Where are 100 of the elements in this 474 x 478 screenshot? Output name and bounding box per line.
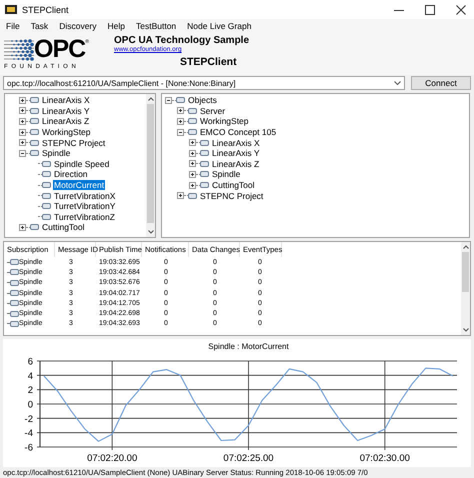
tree-item[interactable]: LinearAxis Z <box>211 158 260 169</box>
scrollbar[interactable] <box>461 242 470 335</box>
tree-item[interactable]: Spindle <box>211 169 242 180</box>
node-icon <box>10 290 19 296</box>
node-icon <box>42 214 51 220</box>
node-icon <box>42 192 51 199</box>
node-icon <box>30 97 39 104</box>
node-icon <box>42 182 51 188</box>
tree-item[interactable]: STEPNC Project <box>41 138 106 148</box>
scroll-up-icon[interactable] <box>148 97 154 101</box>
tree-item[interactable]: CuttingTool <box>41 222 86 232</box>
plus-box-icon[interactable] <box>19 107 26 114</box>
axis-label: 07:02:30.00 <box>360 453 410 464</box>
endpoint-dropdown[interactable]: opc.tcp://localhost:61210/UA/SampleClient - [None:None:Binary] <box>3 76 405 90</box>
tree-item[interactable]: CuttingTool <box>211 180 256 190</box>
tree-item[interactable]: LinearAxis Y <box>41 106 91 116</box>
plus-box-icon[interactable] <box>19 128 26 136</box>
app-icon <box>5 5 17 14</box>
node-icon <box>30 129 39 136</box>
menu-item[interactable]: Discovery <box>59 21 96 31</box>
scroll-thumb[interactable] <box>147 104 154 223</box>
node-icon <box>42 171 51 178</box>
header-title: OPC UA Technology Sample <box>114 35 250 46</box>
tree-item[interactable]: MotorCurrent <box>53 180 106 190</box>
node-icon <box>176 97 185 104</box>
scroll-thumb[interactable] <box>462 252 469 292</box>
tree-item[interactable]: LinearAxis Z <box>41 116 90 126</box>
menu-item[interactable]: TestButton <box>136 21 176 31</box>
plus-box-icon[interactable] <box>19 96 26 104</box>
axis-label: 6 <box>28 356 33 368</box>
plus-box-icon[interactable] <box>19 224 26 231</box>
tree-item[interactable]: TurretVibrationZ <box>53 212 116 222</box>
plus-box-icon[interactable] <box>19 139 26 146</box>
tree-item[interactable]: WorkingStep <box>199 116 250 126</box>
minus-box-icon[interactable] <box>165 96 172 104</box>
plus-box-icon[interactable] <box>189 150 196 157</box>
tree-item[interactable]: WorkingStep <box>41 127 92 138</box>
plus-box-icon[interactable] <box>189 139 196 146</box>
node-icon <box>188 129 197 136</box>
tree-item[interactable]: TurretVibrationY <box>53 201 116 212</box>
caret-icon <box>394 81 401 85</box>
axis-label: 4 <box>28 370 33 382</box>
node-icon <box>200 150 209 156</box>
node-icon <box>200 160 209 167</box>
tree-item[interactable]: Spindle Speed <box>53 158 110 169</box>
menu-item[interactable]: Help <box>108 21 125 31</box>
menu-item[interactable]: File <box>6 21 20 31</box>
tree-item[interactable]: LinearAxis Y <box>211 148 261 158</box>
scroll-down-icon[interactable] <box>462 328 468 332</box>
plus-box-icon[interactable] <box>177 118 184 125</box>
plus-box-icon[interactable] <box>177 192 184 200</box>
node-icon <box>188 108 197 114</box>
node-icon <box>10 280 19 286</box>
plus-box-icon[interactable] <box>189 160 196 168</box>
axis-label: 07:02:20.00 <box>87 453 138 464</box>
close-icon[interactable] <box>456 4 466 14</box>
tree-item[interactable]: LinearAxis X <box>41 95 91 106</box>
tree-item[interactable]: Direction <box>53 169 89 180</box>
tree-item[interactable]: STEPNC Project <box>199 190 264 201</box>
node-icon <box>42 203 51 210</box>
scrollbar[interactable] <box>146 94 155 237</box>
node-icon <box>30 150 39 156</box>
tree-item[interactable]: Objects <box>187 95 218 106</box>
menu-item[interactable]: Task <box>30 21 48 31</box>
scroll-up-icon[interactable] <box>462 245 468 249</box>
axis-label: -4 <box>24 428 33 440</box>
node-icon <box>10 269 19 276</box>
chart-title: Spindle : MotorCurrent <box>208 342 289 351</box>
node-icon <box>10 310 19 317</box>
node-icon <box>200 140 209 146</box>
tree-item[interactable]: LinearAxis X <box>211 138 261 148</box>
node-icon <box>200 182 209 188</box>
axis-label: 07:02:25.00 <box>223 453 274 464</box>
axis-label: -2 <box>24 414 33 425</box>
menu-item[interactable]: Node Live Graph <box>187 21 252 31</box>
window-title: STEPClient <box>22 4 69 14</box>
node-icon <box>30 140 39 146</box>
plus-box-icon[interactable] <box>189 170 196 178</box>
node-icon <box>10 259 19 266</box>
node-icon <box>30 118 39 124</box>
node-icon <box>10 300 19 306</box>
plus-box-icon[interactable] <box>189 182 196 189</box>
axis-label: 0 <box>28 400 33 410</box>
dots-drawing <box>4 38 34 62</box>
scroll-down-icon[interactable] <box>148 230 154 234</box>
node-icon <box>10 320 19 327</box>
minus-box-icon[interactable] <box>19 150 26 157</box>
plus-box-icon[interactable] <box>177 107 184 114</box>
tree-item[interactable]: TurretVibrationX <box>53 190 116 201</box>
node-icon <box>188 192 197 199</box>
minus-box-icon[interactable] <box>177 128 184 136</box>
node-icon <box>188 118 197 124</box>
axis-label: 2 <box>28 385 33 396</box>
plus-box-icon[interactable] <box>19 118 26 125</box>
tree-item[interactable]: Spindle <box>41 148 72 158</box>
connect-button[interactable]: Connect <box>411 76 471 90</box>
tree-item[interactable]: EMCO Concept 105 <box>199 127 278 138</box>
node-icon <box>30 224 39 230</box>
tree-item[interactable]: Server <box>199 106 226 116</box>
maximize-icon[interactable] <box>425 4 435 14</box>
